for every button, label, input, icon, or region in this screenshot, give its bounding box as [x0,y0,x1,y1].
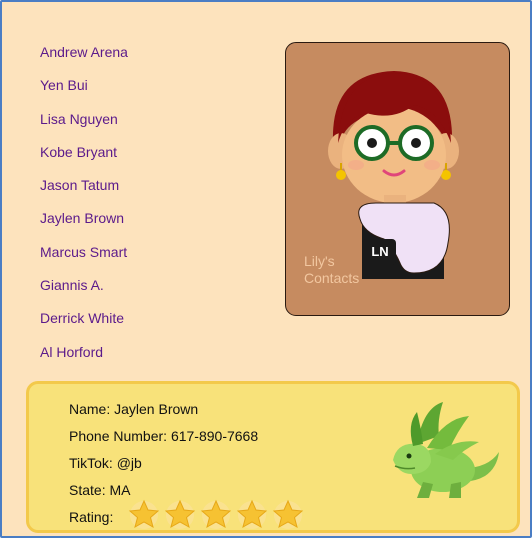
contact-item-jaylen-brown[interactable]: Jaylen Brown [40,202,128,235]
contact-item-lisa-nguyen[interactable]: Lisa Nguyen [40,103,128,136]
contact-item-andrew-arena[interactable]: Andrew Arena [40,36,128,69]
contact-item-giannis-a[interactable]: Giannis A. [40,269,128,302]
rating-stars [127,498,305,530]
detail-name: Name: Jaylen Brown [69,401,199,417]
contact-item-yen-bui[interactable]: Yen Bui [40,69,128,102]
contact-photo-card: LN Lily's Contacts [285,42,510,316]
brand-label-line2: Contacts [304,270,360,286]
detail-state: State: MA [69,482,131,498]
detail-rating-label: Rating: [69,509,114,525]
detail-tiktok: TikTok: @jb [69,455,142,471]
star-icon [164,499,196,529]
contact-item-jason-tatum[interactable]: Jason Tatum [40,169,128,202]
contacts-app: Andrew Arena Yen Bui Lisa Nguyen Kobe Br… [0,0,532,538]
contact-item-derrick-white[interactable]: Derrick White [40,302,128,335]
detail-phone: Phone Number: 617-890-7668 [69,428,259,444]
star-icon [236,499,268,529]
star-icon [128,499,160,529]
contact-list: Andrew Arena Yen Bui Lisa Nguyen Kobe Br… [40,36,128,369]
dragon-mascot-icon [393,402,499,498]
brand-label-line1: Lily's [304,253,335,269]
contact-item-kobe-bryant[interactable]: Kobe Bryant [40,136,128,169]
contact-item-al-horford[interactable]: Al Horford [40,336,128,369]
star-icon [200,499,232,529]
star-icon [272,499,304,529]
contact-item-marcus-smart[interactable]: Marcus Smart [40,236,128,269]
brand-label: Lily's Contacts [304,253,384,287]
contact-details-panel: Name: Jaylen Brown Phone Number: 617-890… [26,381,520,533]
